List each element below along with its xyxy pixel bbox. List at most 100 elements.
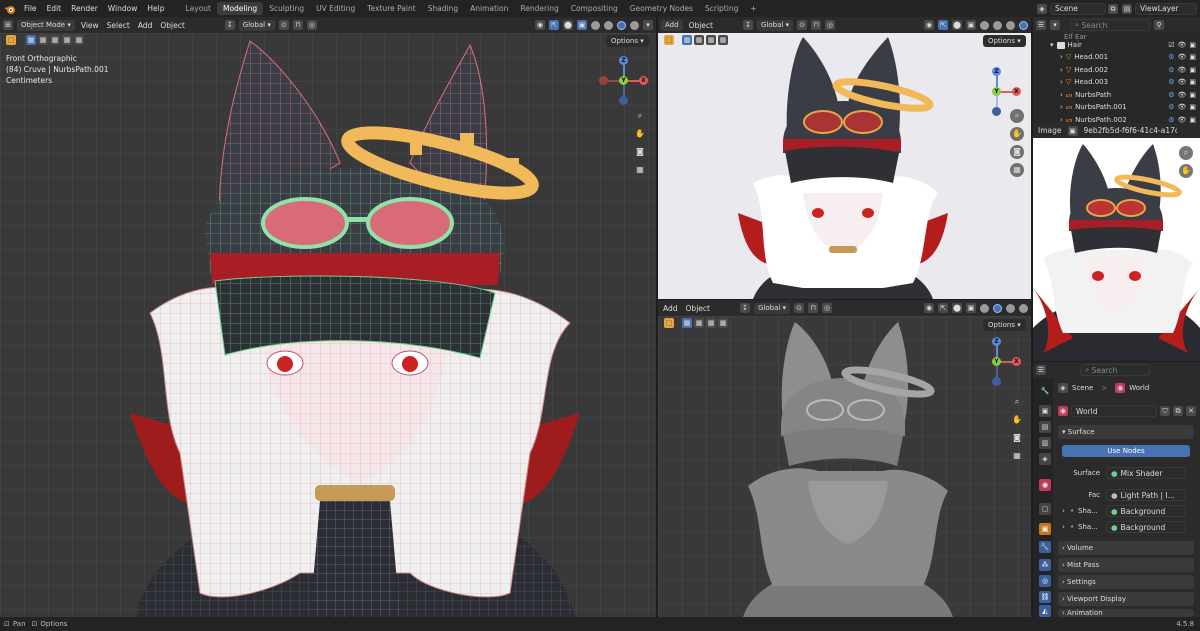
surface-panel-header[interactable]: ▾ Surface	[1058, 425, 1194, 439]
scene-selector[interactable]: Scene	[1050, 2, 1106, 15]
solid-shading-icon[interactable]	[604, 20, 613, 30]
eye-icon[interactable]: 👁	[1177, 41, 1186, 49]
pan-hand-icon-2[interactable]: ✋	[1010, 127, 1024, 141]
settings-panel-header[interactable]: › Settings	[1058, 575, 1194, 589]
character-wireframe-model[interactable]	[110, 33, 600, 617]
menu-object[interactable]: Object	[158, 21, 186, 30]
filter-icon[interactable]: ⚲	[1154, 20, 1164, 30]
scene-icon[interactable]: ◈	[1037, 3, 1047, 14]
object-tab-icon[interactable]: ▣	[1039, 523, 1051, 535]
viewport-display-panel-header[interactable]: › Viewport Display	[1058, 592, 1194, 606]
collection-tab-icon[interactable]: ▢	[1039, 503, 1051, 515]
pivot-icon[interactable]: ⊙	[278, 20, 289, 30]
outliner-editor-icon[interactable]: ☰	[1036, 20, 1046, 30]
view-layer-icon[interactable]: ▤	[1122, 3, 1132, 14]
snap-icon[interactable]: ⊓	[292, 20, 303, 30]
pan-hand-icon[interactable]: ✋	[633, 127, 647, 141]
modifier-icon[interactable]: ⚙	[1168, 53, 1174, 61]
material-shading-icon-2[interactable]	[1006, 20, 1015, 30]
wireframe-shading-icon-3[interactable]	[980, 303, 989, 313]
expand-arrow-icon[interactable]: ›	[1060, 103, 1063, 111]
select-new-icon-2[interactable]: ▦	[682, 35, 692, 45]
xray-icon-3[interactable]: ▣	[966, 303, 976, 313]
menu-window[interactable]: Window	[103, 4, 143, 13]
image-name[interactable]: 9eb2fb5d-f6f6-41c4-a17c-6	[1082, 126, 1177, 135]
camera-view-icon[interactable]: ◙	[633, 145, 647, 159]
camera-icon[interactable]: ▣	[1189, 91, 1200, 99]
editor-type-icon[interactable]: ⊞	[3, 20, 13, 30]
tab-layout[interactable]: Layout	[179, 2, 217, 15]
camera-view-icon-3[interactable]: ◙	[1010, 431, 1024, 445]
fac-field[interactable]: ● Light Path | I...	[1106, 489, 1186, 501]
select-invert-icon-2[interactable]: ▦	[718, 35, 728, 45]
outliner-item[interactable]: › ᔕ NurbsPath.001 ⚙ 👁 ▣	[1036, 101, 1200, 113]
use-nodes-button[interactable]: Use Nodes	[1062, 445, 1190, 457]
select-extend-icon-3[interactable]: ▦	[694, 318, 704, 328]
menu-view[interactable]: View	[79, 21, 101, 30]
add-workspace-button[interactable]: +	[744, 2, 762, 15]
bottom-right-viewport[interactable]: ⬚ ▦ ▦ ▦ ▦ Options ▾ Z X Y ⌕ ✋ ◙ ▦	[658, 316, 1031, 617]
tab-compositing[interactable]: Compositing	[565, 2, 624, 15]
proportional-edit-icon[interactable]: ◎	[306, 20, 317, 30]
shader1-expand-icon[interactable]: ›	[1062, 507, 1070, 515]
rendered-shading-icon[interactable]	[630, 20, 639, 30]
zoom-icon-2[interactable]: ⌕	[1010, 109, 1024, 123]
navigation-gizmo-3[interactable]: Z X Y	[971, 336, 1023, 388]
gizmo-icon-3[interactable]: ⇱	[938, 303, 948, 313]
camera-icon[interactable]: ▣	[1189, 53, 1200, 61]
display-mode-icon[interactable]: ▾	[1050, 20, 1060, 30]
expand-arrow-icon[interactable]: ›	[1060, 78, 1063, 86]
snap-icon-3[interactable]: ⊓	[808, 303, 819, 313]
world-tab-icon[interactable]: ◉	[1039, 479, 1051, 491]
solid-shading-icon-2[interactable]	[993, 20, 1002, 30]
camera-icon[interactable]: ▣	[1189, 103, 1200, 111]
overlay-icon[interactable]: ⬤	[563, 20, 573, 30]
visibility-icon-3[interactable]: ◉	[924, 303, 934, 313]
transform-selector-3[interactable]: Global ▾	[753, 302, 791, 314]
options-button-2[interactable]: Options ▾	[983, 35, 1026, 47]
image-editor-view[interactable]: ⌕ ✋	[1033, 138, 1200, 361]
options-button-3[interactable]: Options ▾	[983, 319, 1026, 331]
view-layer-selector[interactable]: ViewLayer	[1135, 2, 1197, 15]
select-box-icon[interactable]: ⬚	[6, 35, 16, 45]
outliner-item[interactable]: › ᔕ NurbsPath ⚙ 👁 ▣	[1036, 89, 1200, 101]
proportional-icon-2[interactable]: ◎	[825, 20, 836, 30]
ortho-grid-icon-2[interactable]: ▦	[1010, 163, 1024, 177]
xray-icon-2[interactable]: ▣	[966, 20, 976, 30]
new-scene-icon[interactable]: ⧉	[1108, 3, 1118, 14]
ortho-grid-icon[interactable]: ▦	[633, 163, 647, 177]
breadcrumb-world[interactable]: World	[1129, 384, 1149, 392]
camera-view-icon-2[interactable]: ◙	[1010, 145, 1024, 159]
image-pan-icon[interactable]: ✋	[1179, 164, 1193, 178]
menu-add-2[interactable]: Add	[661, 19, 683, 31]
select-new-icon-3[interactable]: ▦	[682, 318, 692, 328]
tab-animation[interactable]: Animation	[464, 2, 514, 15]
material-shading-icon[interactable]	[617, 20, 626, 30]
transform-orientation-selector[interactable]: Global ▾	[238, 19, 275, 31]
transform-selector-2[interactable]: Global ▾	[757, 19, 794, 31]
shader1-field[interactable]: ● Background	[1106, 505, 1186, 517]
tab-geometry-nodes[interactable]: Geometry Nodes	[624, 2, 699, 15]
include-checkbox[interactable]: ☑	[1168, 41, 1174, 49]
tab-sculpting[interactable]: Sculpting	[263, 2, 310, 15]
select-subtract-icon-3[interactable]: ▦	[706, 318, 716, 328]
camera-icon[interactable]: ▣	[1189, 78, 1200, 86]
tab-uv-editing[interactable]: UV Editing	[310, 2, 361, 15]
eye-icon[interactable]: 👁	[1177, 66, 1186, 74]
expand-arrow-icon[interactable]: ›	[1060, 91, 1063, 99]
snap-icon-2[interactable]: ⊓	[811, 20, 822, 30]
view-layer-tab-icon[interactable]: ▥	[1039, 437, 1051, 449]
material-shading-icon-3[interactable]	[1006, 303, 1015, 313]
menu-select[interactable]: Select	[105, 21, 132, 30]
tab-rendering[interactable]: Rendering	[514, 2, 564, 15]
image-zoom-icon[interactable]: ⌕	[1179, 146, 1193, 160]
select-box-icon-2[interactable]: ⬚	[664, 35, 674, 45]
pan-hand-icon-3[interactable]: ✋	[1010, 413, 1024, 427]
pivot-icon-2[interactable]: ⊙	[797, 20, 808, 30]
proportional-icon-3[interactable]: ◎	[822, 303, 833, 313]
tab-modeling[interactable]: Modeling	[216, 2, 264, 15]
top-right-viewport[interactable]: ⬚ ▦ ▦ ▦ ▦ Options ▾ Z X Y ⌕ ✋ ◙ ▦	[658, 33, 1031, 299]
gizmo-icon[interactable]: ⇱	[549, 20, 559, 30]
overlay-icon-2[interactable]: ⬤	[952, 20, 962, 30]
eye-icon[interactable]: 👁	[1177, 53, 1186, 61]
